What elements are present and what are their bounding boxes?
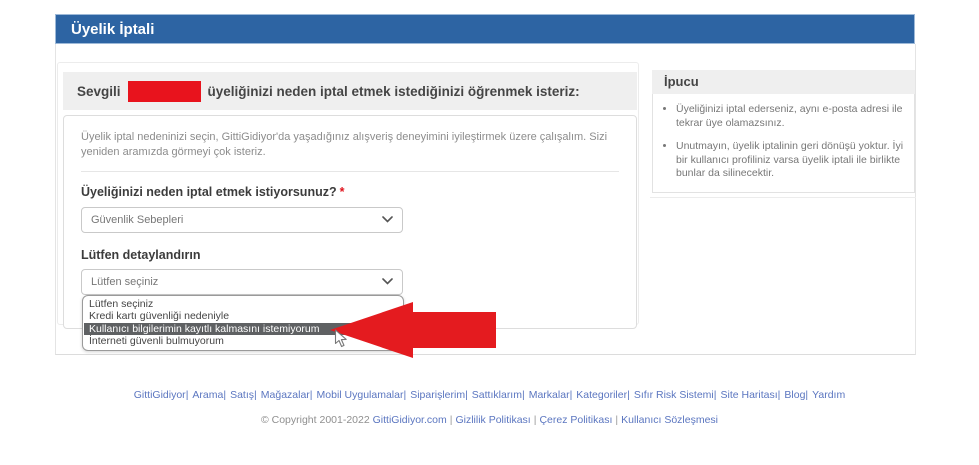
copyright-separator: | (615, 414, 619, 426)
footer-separator: | (805, 389, 809, 401)
footer-link[interactable]: Blog (784, 389, 805, 401)
footer-separator: | (777, 389, 781, 401)
footer-separator: | (713, 389, 717, 401)
footer-links: GittiGidiyor| Arama| Satış| Mağazalar| Mobil… (0, 389, 979, 401)
copyright-link[interactable]: Çerez Politikası (539, 414, 612, 426)
footer-separator: | (223, 389, 227, 401)
footer-link[interactable]: Site Haritası (720, 389, 777, 401)
footer-link[interactable]: Mağazalar (261, 389, 310, 401)
footer-link[interactable]: Siparişlerim (410, 389, 465, 401)
mouse-cursor-icon (334, 329, 348, 353)
copyright-line: © Copyright 2001-2022 GittiGidiyor.com | G… (0, 414, 979, 426)
footer-link[interactable]: Kategoriler (576, 389, 627, 401)
footer-link[interactable]: Markalar (529, 389, 570, 401)
chevron-down-icon (382, 278, 393, 286)
footer-link[interactable]: Sıfır Risk Sistemi (634, 389, 714, 401)
footer-link[interactable]: Sattıklarım (472, 389, 522, 401)
footer-separator: | (627, 389, 630, 401)
footer-link[interactable]: Satış (230, 389, 254, 401)
copyright-link[interactable]: GittiGidiyor.com (373, 414, 447, 426)
tip-item: Unutmayın, üyelik iptalinin geri dönüşü … (676, 140, 906, 182)
tip-item: Üyeliğinizi iptal ederseniz, aynı e-post… (676, 103, 906, 131)
footer-link[interactable]: GittiGidiyor (134, 389, 186, 401)
tips-body: Üyeliğinizi iptal ederseniz, aynı e-post… (652, 94, 915, 193)
footer-link[interactable]: Arama (192, 389, 223, 401)
footer-separator: | (185, 389, 189, 401)
copyright-link[interactable]: Kullanıcı Sözleşmesi (621, 414, 718, 426)
tips-header: İpucu (652, 70, 915, 94)
footer-separator: | (521, 389, 525, 401)
footer-link[interactable]: Yardım (812, 389, 845, 401)
annotation-arrow-tail (412, 312, 496, 348)
copyright-link[interactable]: Gizlilik Politikası (455, 414, 530, 426)
greeting-heading: Sevgili üyeliğinizi neden iptal etmek is… (63, 72, 637, 110)
cancel-reason-label: Üyeliğinizi neden iptal etmek istiyorsun… (81, 184, 345, 199)
page-title: Üyelik İptali (71, 21, 155, 38)
detail-select[interactable]: Lütfen seçiniz (81, 268, 403, 295)
cancel-reason-select[interactable]: Güvenlik Sebepleri (81, 206, 403, 233)
required-asterisk: * (339, 184, 345, 199)
footer-separator: | (254, 389, 257, 401)
footer-separator: | (465, 389, 468, 401)
footer-link[interactable]: Mobil Uygulamalar (317, 389, 404, 401)
footer-separator: | (309, 389, 313, 401)
copyright-separator: | (533, 414, 537, 426)
detail-selected-value: Lütfen seçiniz (91, 275, 159, 288)
tips-list: Üyeliğinizi iptal ederseniz, aynı e-post… (659, 103, 906, 181)
divider (81, 170, 619, 172)
greeting-suffix: üyeliğinizi neden iptal etmek istediğini… (207, 83, 580, 99)
redacted-username (127, 80, 201, 102)
sidebar-divider (650, 197, 916, 198)
copyright-separator: | (449, 414, 453, 426)
form-description: Üyelik iptal nedeninizi seçin, GittiGidi… (81, 131, 608, 158)
cancel-reason-selected-value: Güvenlik Sebepleri (91, 213, 184, 226)
detail-label: Lütfen detaylandırın (81, 247, 201, 262)
page-title-bar: Üyelik İptali (55, 14, 915, 44)
footer-separator: | (403, 389, 407, 401)
chevron-down-icon (382, 216, 393, 224)
copyright-text: © Copyright 2001-2022 (260, 414, 373, 426)
greeting-prefix: Sevgili (77, 83, 121, 99)
footer-separator: | (569, 389, 573, 401)
